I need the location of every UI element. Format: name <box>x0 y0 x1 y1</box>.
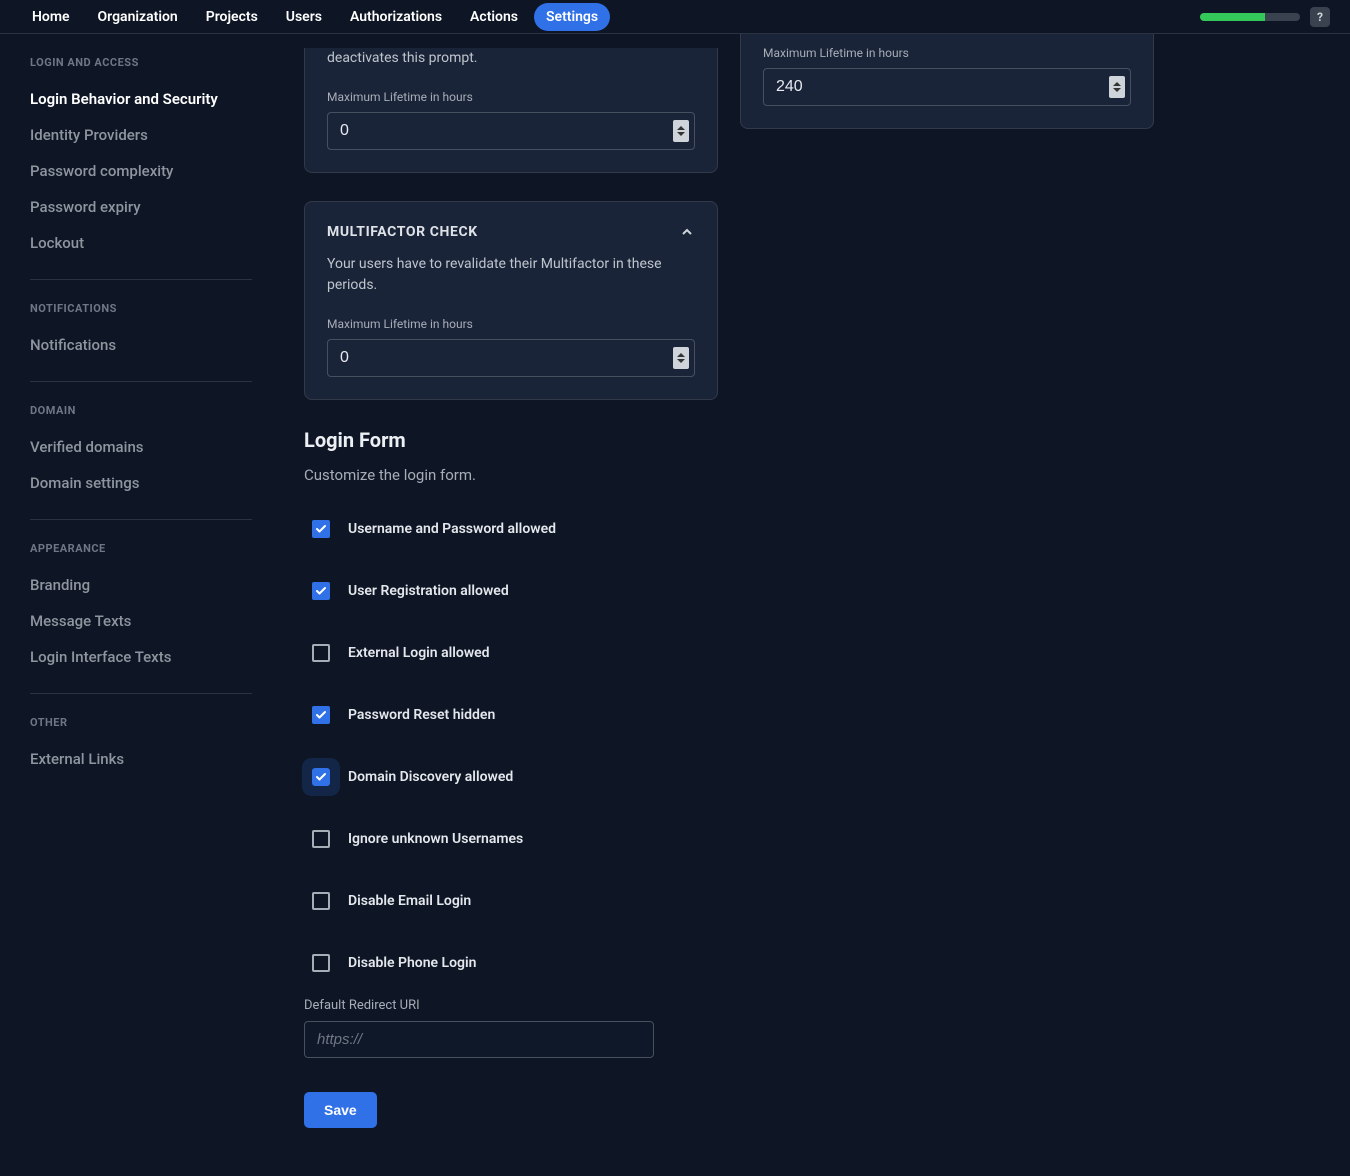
checkbox-label: Disable Email Login <box>348 893 471 909</box>
checkbox-label: Password Reset hidden <box>348 707 495 723</box>
max-lifetime-input-right[interactable] <box>763 68 1131 106</box>
sidebar-group-title: LOGIN AND ACCESS <box>30 56 252 69</box>
card-desc: deactivates this prompt. <box>327 48 695 68</box>
sidebar-item-login-interface-texts[interactable]: Login Interface Texts <box>30 639 252 675</box>
sidebar-item-password-expiry[interactable]: Password expiry <box>30 189 252 225</box>
checkbox-label: Domain Discovery allowed <box>348 769 513 785</box>
checkbox-user-registration-allowed[interactable] <box>312 582 330 600</box>
number-spinner-icon[interactable] <box>673 347 689 369</box>
sidebar-divider <box>30 279 252 280</box>
checkbox-domain-discovery-allowed[interactable] <box>312 768 330 786</box>
sidebar-divider <box>30 693 252 694</box>
login-form-section: Login Form Customize the login form. Use… <box>304 428 718 1128</box>
checkbox-row: Domain Discovery allowed <box>304 754 718 800</box>
checkbox-row: Disable Email Login <box>304 878 718 924</box>
checkbox-row: Password Reset hidden <box>304 692 718 738</box>
top-nav: HomeOrganizationProjectsUsersAuthorizati… <box>0 0 1350 34</box>
checkbox-row: Disable Phone Login <box>304 940 718 986</box>
number-spinner-icon[interactable] <box>1109 76 1125 98</box>
sidebar-item-identity-providers[interactable]: Identity Providers <box>30 117 252 153</box>
sidebar-group-title: NOTIFICATIONS <box>30 302 252 315</box>
checkbox-row: Username and Password allowed <box>304 506 718 552</box>
checkbox-label: Username and Password allowed <box>348 521 556 537</box>
max-lifetime-input-multifactor[interactable] <box>327 339 695 377</box>
card-multifactor-check: MULTIFACTOR CHECK Your users have to rev… <box>304 201 718 400</box>
chevron-up-icon[interactable] <box>679 224 695 240</box>
section-title: Login Form <box>304 428 718 452</box>
checkbox-password-reset-hidden[interactable] <box>312 706 330 724</box>
sidebar-item-notifications[interactable]: Notifications <box>30 327 252 363</box>
sidebar-item-branding[interactable]: Branding <box>30 567 252 603</box>
default-redirect-uri-input[interactable] <box>304 1021 654 1058</box>
topnav-item-organization[interactable]: Organization <box>86 3 190 31</box>
topnav-item-authorizations[interactable]: Authorizations <box>338 3 454 31</box>
main-content: deactivates this prompt. Maximum Lifetim… <box>282 34 1350 1176</box>
sidebar-item-lockout[interactable]: Lockout <box>30 225 252 261</box>
sidebar-divider <box>30 381 252 382</box>
card-title: MULTIFACTOR CHECK <box>327 224 478 240</box>
number-spinner-icon[interactable] <box>673 120 689 142</box>
topnav-item-users[interactable]: Users <box>274 3 334 31</box>
max-lifetime-input-1[interactable] <box>327 112 695 150</box>
sidebar-group-title: APPEARANCE <box>30 542 252 555</box>
checkbox-external-login-allowed[interactable] <box>312 644 330 662</box>
checkbox-label: User Registration allowed <box>348 583 509 599</box>
sidebar-group-title: DOMAIN <box>30 404 252 417</box>
checkbox-disable-email-login[interactable] <box>312 892 330 910</box>
field-label: Maximum Lifetime in hours <box>327 317 695 331</box>
checkbox-label: Disable Phone Login <box>348 955 476 971</box>
topnav-item-actions[interactable]: Actions <box>458 3 530 31</box>
card-desc: Your users have to revalidate their Mult… <box>327 254 695 295</box>
checkbox-ignore-unknown-usernames[interactable] <box>312 830 330 848</box>
save-button[interactable]: Save <box>304 1092 377 1128</box>
sidebar-item-domain-settings[interactable]: Domain settings <box>30 465 252 501</box>
sidebar-item-login-behavior-and-security[interactable]: Login Behavior and Security <box>30 81 252 117</box>
field-label: Maximum Lifetime in hours <box>763 46 1131 60</box>
section-desc: Customize the login form. <box>304 466 718 484</box>
redirect-uri-label: Default Redirect URI <box>304 998 718 1013</box>
sidebar-item-external-links[interactable]: External Links <box>30 741 252 777</box>
progress-bar <box>1200 13 1300 21</box>
checkbox-label: External Login allowed <box>348 645 490 661</box>
topnav-item-projects[interactable]: Projects <box>194 3 270 31</box>
checkbox-label: Ignore unknown Usernames <box>348 831 523 847</box>
topnav-item-home[interactable]: Home <box>20 3 82 31</box>
sidebar: LOGIN AND ACCESS Login Behavior and Secur… <box>0 34 282 1176</box>
checkbox-row: User Registration allowed <box>304 568 718 614</box>
sidebar-item-message-texts[interactable]: Message Texts <box>30 603 252 639</box>
checkbox-disable-phone-login[interactable] <box>312 954 330 972</box>
topnav-item-settings[interactable]: Settings <box>534 3 610 31</box>
card-right: Maximum Lifetime in hours <box>740 34 1154 129</box>
field-label: Maximum Lifetime in hours <box>327 90 695 104</box>
checkbox-row: Ignore unknown Usernames <box>304 816 718 862</box>
checkbox-row: External Login allowed <box>304 630 718 676</box>
checkbox-username-and-password-allowed[interactable] <box>312 520 330 538</box>
sidebar-item-verified-domains[interactable]: Verified domains <box>30 429 252 465</box>
sidebar-item-password-complexity[interactable]: Password complexity <box>30 153 252 189</box>
sidebar-divider <box>30 519 252 520</box>
card-login-check: deactivates this prompt. Maximum Lifetim… <box>304 48 718 173</box>
help-button[interactable]: ? <box>1310 7 1330 27</box>
sidebar-group-title: OTHER <box>30 716 252 729</box>
